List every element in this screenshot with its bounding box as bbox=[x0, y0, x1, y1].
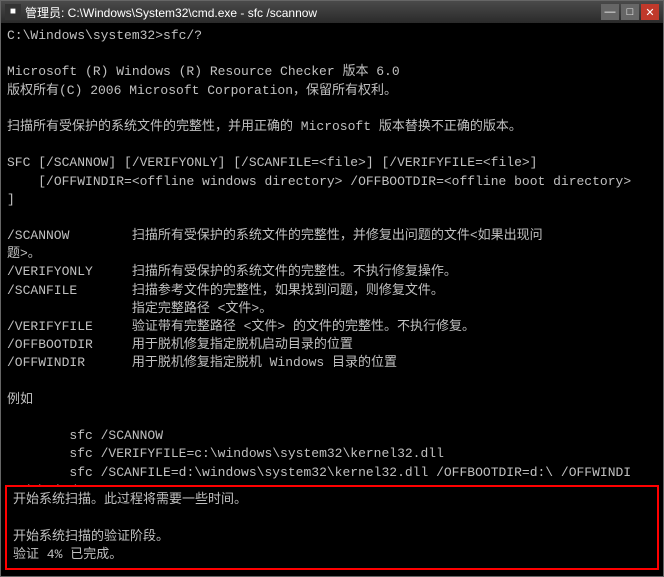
highlight-output: 开始系统扫描。此过程将需要一些时间。 开始系统扫描的验证阶段。 验证 4% 已完… bbox=[13, 491, 651, 564]
window-icon: ■ bbox=[5, 4, 21, 20]
titlebar-buttons: — □ ✕ bbox=[601, 4, 659, 20]
titlebar-left: ■ 管理员: C:\Windows\System32\cmd.exe - sfc… bbox=[5, 4, 317, 21]
maximize-button[interactable]: □ bbox=[621, 4, 639, 20]
titlebar: ■ 管理员: C:\Windows\System32\cmd.exe - sfc… bbox=[1, 1, 663, 23]
console-area: C:\Windows\system32>sfc/? Microsoft (R) … bbox=[1, 23, 663, 576]
window-title: 管理员: C:\Windows\System32\cmd.exe - sfc /… bbox=[25, 4, 317, 21]
highlight-section: 开始系统扫描。此过程将需要一些时间。 开始系统扫描的验证阶段。 验证 4% 已完… bbox=[5, 485, 659, 570]
minimize-button[interactable]: — bbox=[601, 4, 619, 20]
close-button[interactable]: ✕ bbox=[641, 4, 659, 20]
console-output: C:\Windows\system32>sfc/? Microsoft (R) … bbox=[7, 27, 657, 554]
cmd-window: ■ 管理员: C:\Windows\System32\cmd.exe - sfc… bbox=[0, 0, 664, 577]
